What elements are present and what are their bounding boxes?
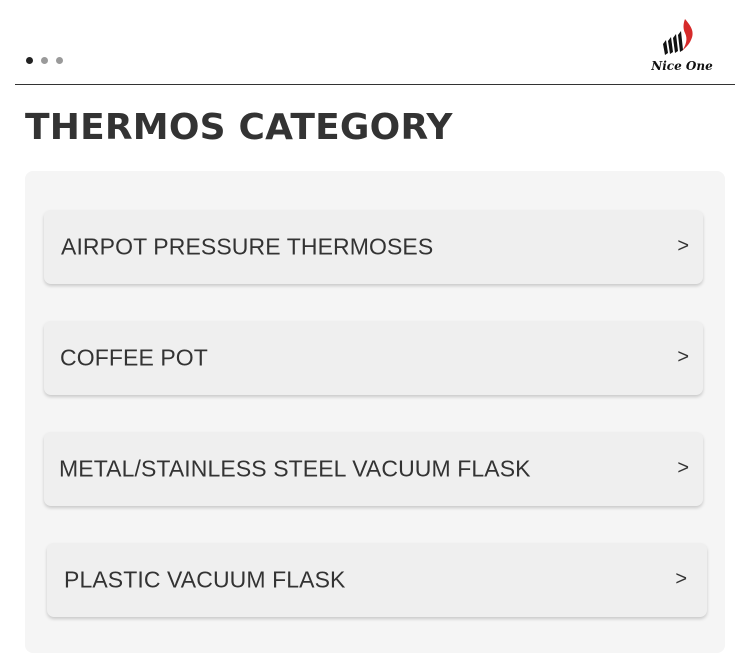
category-item-airpot-pressure-thermoses[interactable]: AIRPOT PRESSURE THERMOSES > <box>44 210 703 284</box>
category-label: METAL/STAINLESS STEEL VACUUM FLASK <box>59 455 531 482</box>
brand-logo[interactable]: Nice One <box>651 18 713 76</box>
carousel-dot-2[interactable] <box>41 57 48 64</box>
flame-grill-icon <box>663 19 693 55</box>
logo-text: Nice One <box>651 59 713 73</box>
chevron-right-icon: > <box>675 568 687 591</box>
chevron-right-icon: > <box>677 457 689 480</box>
category-label: COFFEE POT <box>60 344 208 371</box>
header: Nice One <box>15 0 735 85</box>
category-item-coffee-pot[interactable]: COFFEE POT > <box>44 321 703 395</box>
carousel-dot-3[interactable] <box>56 57 63 64</box>
carousel-dot-1[interactable] <box>26 57 33 64</box>
carousel-dots <box>26 57 63 64</box>
chevron-right-icon: > <box>677 346 689 369</box>
category-label: AIRPOT PRESSURE THERMOSES <box>61 233 434 260</box>
category-item-metal-stainless-steel-vacuum-flask[interactable]: METAL/STAINLESS STEEL VACUUM FLASK > <box>44 432 703 506</box>
category-item-plastic-vacuum-flask[interactable]: PLASTIC VACUUM FLASK > <box>47 543 707 617</box>
page-title: THERMOS CATEGORY <box>25 107 453 148</box>
chevron-right-icon: > <box>677 235 689 258</box>
category-label: PLASTIC VACUUM FLASK <box>64 566 346 593</box>
category-list: AIRPOT PRESSURE THERMOSES > COFFEE POT >… <box>25 171 725 653</box>
